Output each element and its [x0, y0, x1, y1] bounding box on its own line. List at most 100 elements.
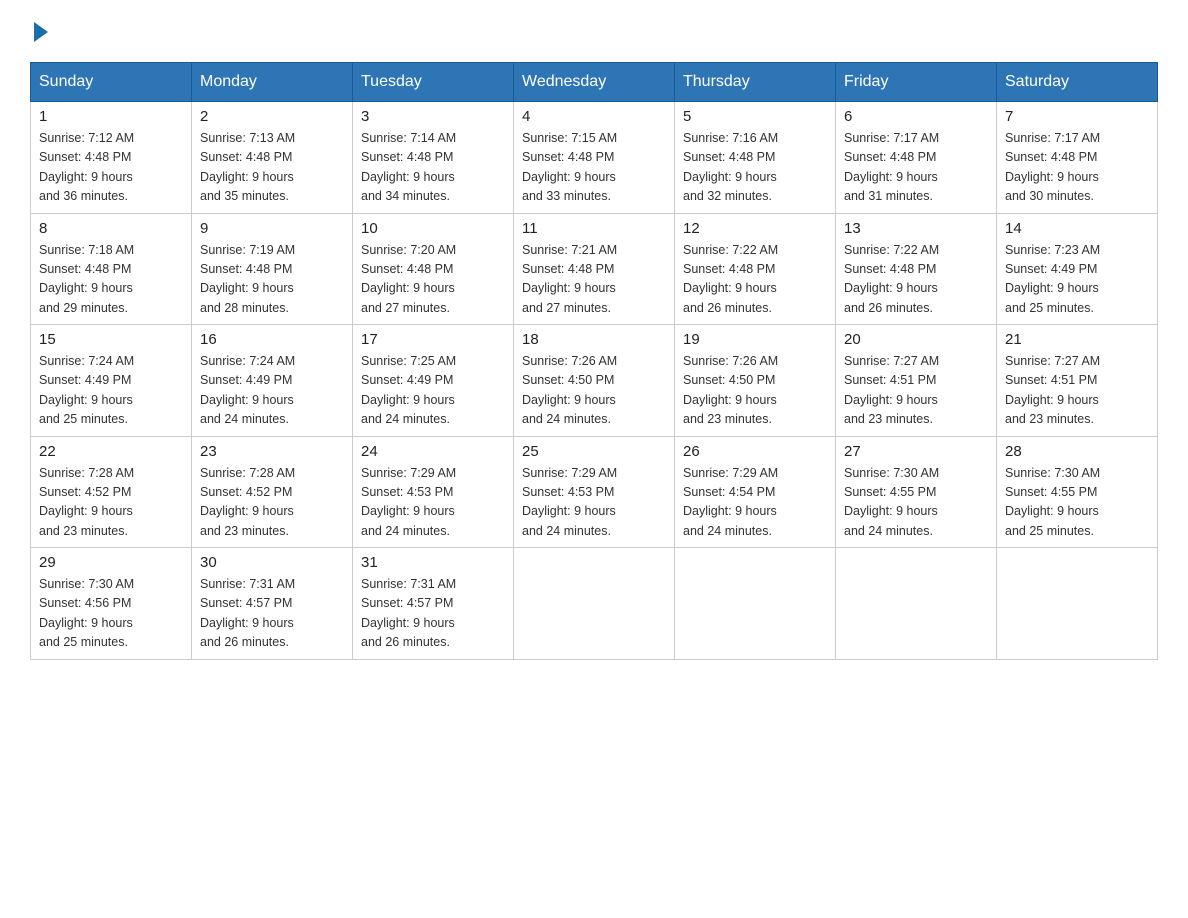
day-number: 17 [361, 331, 505, 348]
calendar-week-row: 29 Sunrise: 7:30 AM Sunset: 4:56 PM Dayl… [31, 548, 1158, 660]
day-number: 3 [361, 108, 505, 125]
day-info: Sunrise: 7:30 AM Sunset: 4:55 PM Dayligh… [844, 464, 988, 542]
day-number: 21 [1005, 331, 1149, 348]
day-info: Sunrise: 7:27 AM Sunset: 4:51 PM Dayligh… [1005, 352, 1149, 430]
day-of-week-header: Wednesday [514, 63, 675, 102]
day-info: Sunrise: 7:26 AM Sunset: 4:50 PM Dayligh… [683, 352, 827, 430]
day-number: 15 [39, 331, 183, 348]
day-number: 25 [522, 443, 666, 460]
day-number: 20 [844, 331, 988, 348]
calendar-day-cell: 19 Sunrise: 7:26 AM Sunset: 4:50 PM Dayl… [675, 325, 836, 437]
day-number: 10 [361, 220, 505, 237]
day-info: Sunrise: 7:24 AM Sunset: 4:49 PM Dayligh… [200, 352, 344, 430]
day-number: 19 [683, 331, 827, 348]
day-number: 6 [844, 108, 988, 125]
day-info: Sunrise: 7:31 AM Sunset: 4:57 PM Dayligh… [361, 575, 505, 653]
day-number: 24 [361, 443, 505, 460]
day-info: Sunrise: 7:29 AM Sunset: 4:53 PM Dayligh… [522, 464, 666, 542]
day-of-week-header: Thursday [675, 63, 836, 102]
calendar-day-cell: 9 Sunrise: 7:19 AM Sunset: 4:48 PM Dayli… [192, 213, 353, 325]
calendar-day-cell: 25 Sunrise: 7:29 AM Sunset: 4:53 PM Dayl… [514, 436, 675, 548]
day-info: Sunrise: 7:28 AM Sunset: 4:52 PM Dayligh… [200, 464, 344, 542]
day-info: Sunrise: 7:20 AM Sunset: 4:48 PM Dayligh… [361, 241, 505, 319]
calendar-day-cell [675, 548, 836, 660]
day-info: Sunrise: 7:26 AM Sunset: 4:50 PM Dayligh… [522, 352, 666, 430]
calendar-day-cell: 6 Sunrise: 7:17 AM Sunset: 4:48 PM Dayli… [836, 102, 997, 214]
day-number: 5 [683, 108, 827, 125]
calendar-day-cell: 20 Sunrise: 7:27 AM Sunset: 4:51 PM Dayl… [836, 325, 997, 437]
logo-arrow-icon [34, 22, 48, 42]
calendar-day-cell: 10 Sunrise: 7:20 AM Sunset: 4:48 PM Dayl… [353, 213, 514, 325]
day-number: 18 [522, 331, 666, 348]
day-info: Sunrise: 7:30 AM Sunset: 4:55 PM Dayligh… [1005, 464, 1149, 542]
calendar-day-cell: 7 Sunrise: 7:17 AM Sunset: 4:48 PM Dayli… [997, 102, 1158, 214]
day-number: 14 [1005, 220, 1149, 237]
day-info: Sunrise: 7:28 AM Sunset: 4:52 PM Dayligh… [39, 464, 183, 542]
calendar-header: SundayMondayTuesdayWednesdayThursdayFrid… [31, 63, 1158, 102]
day-info: Sunrise: 7:27 AM Sunset: 4:51 PM Dayligh… [844, 352, 988, 430]
day-of-week-header: Tuesday [353, 63, 514, 102]
day-number: 8 [39, 220, 183, 237]
day-info: Sunrise: 7:17 AM Sunset: 4:48 PM Dayligh… [1005, 129, 1149, 207]
day-of-week-header: Sunday [31, 63, 192, 102]
day-of-week-header: Friday [836, 63, 997, 102]
calendar-body: 1 Sunrise: 7:12 AM Sunset: 4:48 PM Dayli… [31, 102, 1158, 660]
calendar-day-cell: 3 Sunrise: 7:14 AM Sunset: 4:48 PM Dayli… [353, 102, 514, 214]
calendar-day-cell: 21 Sunrise: 7:27 AM Sunset: 4:51 PM Dayl… [997, 325, 1158, 437]
calendar-day-cell [997, 548, 1158, 660]
day-info: Sunrise: 7:13 AM Sunset: 4:48 PM Dayligh… [200, 129, 344, 207]
calendar-day-cell: 16 Sunrise: 7:24 AM Sunset: 4:49 PM Dayl… [192, 325, 353, 437]
day-info: Sunrise: 7:21 AM Sunset: 4:48 PM Dayligh… [522, 241, 666, 319]
day-info: Sunrise: 7:22 AM Sunset: 4:48 PM Dayligh… [844, 241, 988, 319]
day-info: Sunrise: 7:14 AM Sunset: 4:48 PM Dayligh… [361, 129, 505, 207]
day-info: Sunrise: 7:31 AM Sunset: 4:57 PM Dayligh… [200, 575, 344, 653]
calendar-day-cell: 13 Sunrise: 7:22 AM Sunset: 4:48 PM Dayl… [836, 213, 997, 325]
day-number: 23 [200, 443, 344, 460]
calendar-day-cell: 17 Sunrise: 7:25 AM Sunset: 4:49 PM Dayl… [353, 325, 514, 437]
day-number: 16 [200, 331, 344, 348]
day-info: Sunrise: 7:29 AM Sunset: 4:54 PM Dayligh… [683, 464, 827, 542]
page-header [30, 20, 1158, 42]
calendar-day-cell: 27 Sunrise: 7:30 AM Sunset: 4:55 PM Dayl… [836, 436, 997, 548]
day-info: Sunrise: 7:29 AM Sunset: 4:53 PM Dayligh… [361, 464, 505, 542]
day-info: Sunrise: 7:12 AM Sunset: 4:48 PM Dayligh… [39, 129, 183, 207]
calendar-day-cell: 29 Sunrise: 7:30 AM Sunset: 4:56 PM Dayl… [31, 548, 192, 660]
calendar-day-cell: 30 Sunrise: 7:31 AM Sunset: 4:57 PM Dayl… [192, 548, 353, 660]
calendar-day-cell [836, 548, 997, 660]
day-number: 1 [39, 108, 183, 125]
day-number: 31 [361, 554, 505, 571]
day-of-week-header: Saturday [997, 63, 1158, 102]
calendar-day-cell: 24 Sunrise: 7:29 AM Sunset: 4:53 PM Dayl… [353, 436, 514, 548]
calendar-day-cell: 22 Sunrise: 7:28 AM Sunset: 4:52 PM Dayl… [31, 436, 192, 548]
day-number: 27 [844, 443, 988, 460]
calendar-day-cell: 11 Sunrise: 7:21 AM Sunset: 4:48 PM Dayl… [514, 213, 675, 325]
day-info: Sunrise: 7:17 AM Sunset: 4:48 PM Dayligh… [844, 129, 988, 207]
calendar-day-cell: 18 Sunrise: 7:26 AM Sunset: 4:50 PM Dayl… [514, 325, 675, 437]
calendar-day-cell: 14 Sunrise: 7:23 AM Sunset: 4:49 PM Dayl… [997, 213, 1158, 325]
calendar-table: SundayMondayTuesdayWednesdayThursdayFrid… [30, 62, 1158, 660]
calendar-day-cell: 15 Sunrise: 7:24 AM Sunset: 4:49 PM Dayl… [31, 325, 192, 437]
calendar-day-cell: 28 Sunrise: 7:30 AM Sunset: 4:55 PM Dayl… [997, 436, 1158, 548]
day-number: 29 [39, 554, 183, 571]
day-info: Sunrise: 7:23 AM Sunset: 4:49 PM Dayligh… [1005, 241, 1149, 319]
day-number: 22 [39, 443, 183, 460]
day-of-week-header: Monday [192, 63, 353, 102]
day-info: Sunrise: 7:19 AM Sunset: 4:48 PM Dayligh… [200, 241, 344, 319]
day-number: 2 [200, 108, 344, 125]
day-info: Sunrise: 7:16 AM Sunset: 4:48 PM Dayligh… [683, 129, 827, 207]
calendar-day-cell: 4 Sunrise: 7:15 AM Sunset: 4:48 PM Dayli… [514, 102, 675, 214]
day-number: 12 [683, 220, 827, 237]
logo [30, 20, 48, 42]
day-number: 11 [522, 220, 666, 237]
day-info: Sunrise: 7:18 AM Sunset: 4:48 PM Dayligh… [39, 241, 183, 319]
calendar-day-cell: 5 Sunrise: 7:16 AM Sunset: 4:48 PM Dayli… [675, 102, 836, 214]
day-number: 4 [522, 108, 666, 125]
day-number: 13 [844, 220, 988, 237]
day-number: 9 [200, 220, 344, 237]
calendar-week-row: 15 Sunrise: 7:24 AM Sunset: 4:49 PM Dayl… [31, 325, 1158, 437]
day-info: Sunrise: 7:15 AM Sunset: 4:48 PM Dayligh… [522, 129, 666, 207]
calendar-day-cell [514, 548, 675, 660]
calendar-day-cell: 8 Sunrise: 7:18 AM Sunset: 4:48 PM Dayli… [31, 213, 192, 325]
calendar-day-cell: 1 Sunrise: 7:12 AM Sunset: 4:48 PM Dayli… [31, 102, 192, 214]
day-info: Sunrise: 7:30 AM Sunset: 4:56 PM Dayligh… [39, 575, 183, 653]
